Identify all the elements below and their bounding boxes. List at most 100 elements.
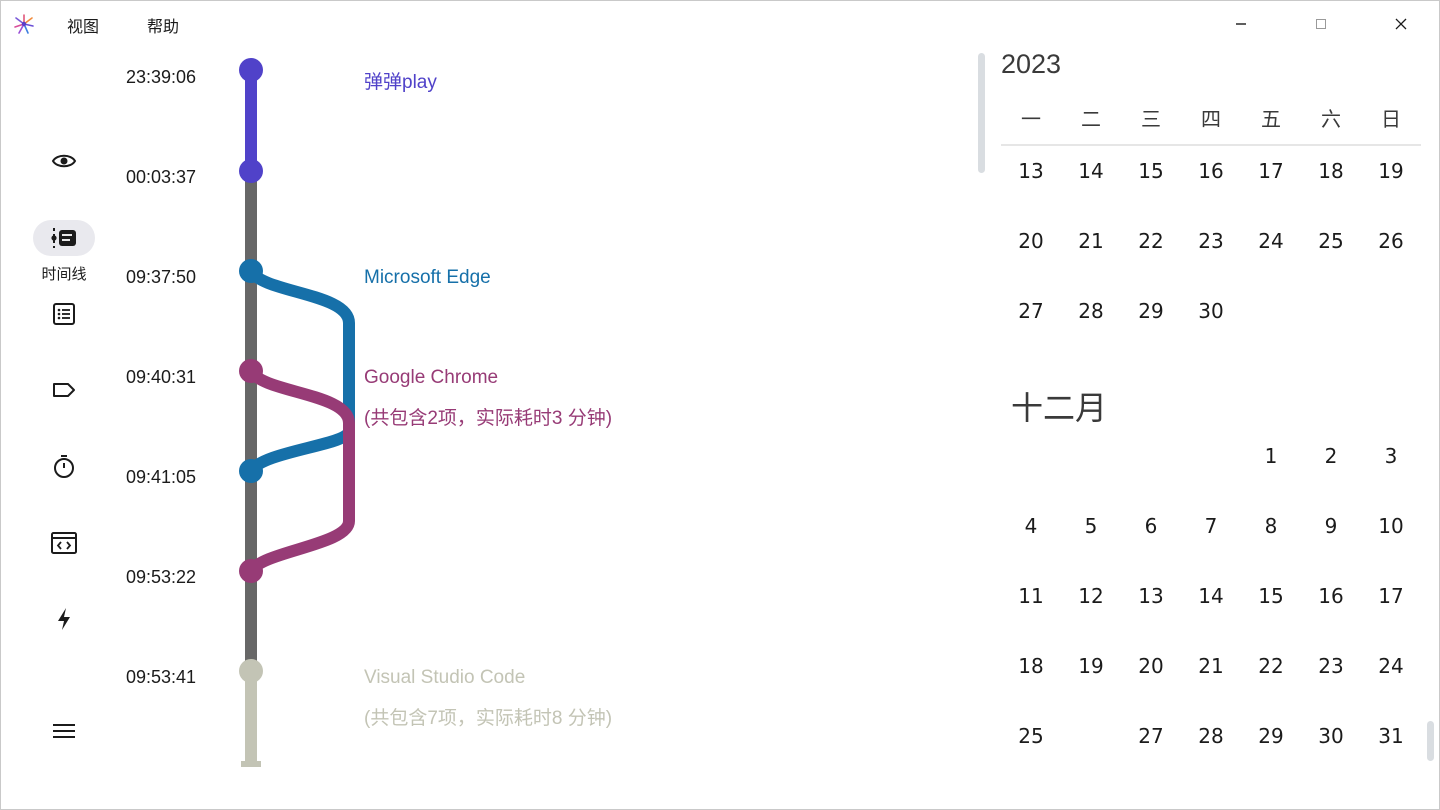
minimize-button[interactable] [1211, 1, 1271, 47]
calendar-day[interactable]: 31 [1361, 706, 1421, 766]
calendar-day-number: 14 [1198, 584, 1224, 608]
calendar-day[interactable]: 13 [1001, 141, 1061, 201]
calendar-day[interactable]: 18 [1001, 636, 1061, 696]
timeline-scrollbar[interactable] [978, 53, 985, 173]
calendar-day[interactable]: 30 [1301, 706, 1361, 766]
calendar-day[interactable]: 17 [1361, 566, 1421, 626]
calendar-day[interactable]: 21 [1181, 636, 1241, 696]
calendar-day-number: 10 [1378, 514, 1404, 538]
calendar-day[interactable]: 25 [1301, 211, 1361, 271]
calendar-day[interactable]: 18 [1301, 141, 1361, 201]
timeline-node[interactable] [239, 559, 263, 583]
calendar-day-number: 30 [1198, 299, 1224, 323]
calendar-scrollbar[interactable] [1427, 721, 1434, 761]
calendar-day[interactable]: 22 [1241, 636, 1301, 696]
calendar-day[interactable]: 5 [1061, 496, 1121, 556]
calendar-day[interactable]: 20 [1121, 636, 1181, 696]
calendar-day[interactable]: 24 [1361, 636, 1421, 696]
calendar-day[interactable]: 10 [1361, 496, 1421, 556]
calendar-day[interactable]: 28 [1061, 281, 1121, 341]
calendar-day[interactable]: 28 [1181, 706, 1241, 766]
nav-item-timer[interactable] [33, 449, 95, 485]
calendar-day-number: 3 [1384, 444, 1398, 468]
nav-item-menu[interactable] [33, 713, 95, 749]
calendar-day[interactable]: 14 [1181, 566, 1241, 626]
nav-item-categories[interactable] [33, 372, 95, 408]
calendar-day[interactable]: 16 [1181, 141, 1241, 201]
timeline-icon [51, 228, 76, 248]
calendar-day[interactable]: 15 [1121, 141, 1181, 201]
calendar-day[interactable]: 9 [1301, 496, 1361, 556]
weekday-header: 三 [1141, 107, 1161, 131]
calendar-day[interactable]: 21 [1061, 211, 1121, 271]
time-label: 09:37:50 [126, 267, 197, 287]
calendar-day[interactable]: 25 [1001, 706, 1061, 766]
calendar-day[interactable]: 24 [1241, 211, 1301, 271]
timeline-node[interactable] [239, 259, 263, 283]
calendar-day[interactable]: 6 [1121, 496, 1181, 556]
nav-item-web[interactable] [33, 525, 95, 561]
timeline-branch-3 [245, 365, 355, 577]
calendar-day-number: 13 [1138, 584, 1164, 608]
calendar-day[interactable]: 20 [1001, 211, 1061, 271]
calendar-day-number: 24 [1258, 229, 1284, 253]
weekday-header: 五 [1261, 107, 1281, 131]
calendar-day[interactable]: 22 [1121, 211, 1181, 271]
calendar-day-number: 14 [1078, 159, 1104, 183]
nav-rail: 时间线 [1, 47, 127, 810]
nav-item-efficiency[interactable] [33, 601, 95, 637]
menu-view[interactable]: 视图 [67, 13, 99, 37]
timeline-branch-2 [245, 265, 355, 477]
calendar-day-number: 6 [1144, 514, 1158, 538]
calendar-day[interactable]: 19 [1061, 636, 1121, 696]
calendar-day-selected[interactable]: 26 [1061, 706, 1121, 766]
calendar-day[interactable]: 17 [1241, 141, 1301, 201]
calendar-day[interactable]: 4 [1001, 496, 1061, 556]
timeline-app-title[interactable]: Google Chrome [364, 367, 498, 389]
calendar-year[interactable]: 2023 [1001, 49, 1061, 80]
calendar-day-number: 25 [1318, 229, 1344, 253]
timeline-node[interactable] [239, 359, 263, 383]
timeline-node[interactable] [239, 459, 263, 483]
menu-help[interactable]: 帮助 [147, 13, 179, 37]
calendar-day[interactable]: 2 [1301, 426, 1361, 486]
nav-item-overview[interactable] [33, 143, 95, 179]
timeline-node[interactable] [239, 58, 263, 82]
nav-item-timeline[interactable] [33, 220, 95, 256]
timeline-app-title[interactable]: 弹弹play [364, 67, 437, 94]
timeline-app-title[interactable]: Visual Studio Code [364, 667, 525, 689]
calendar-day[interactable]: 27 [1001, 281, 1061, 341]
calendar-day[interactable]: 11 [1001, 566, 1061, 626]
close-button[interactable] [1371, 1, 1431, 47]
calendar-day[interactable]: 26 [1361, 211, 1421, 271]
calendar-day[interactable]: 15 [1241, 566, 1301, 626]
timeline-node[interactable] [239, 659, 263, 683]
calendar-day[interactable]: 19 [1361, 141, 1421, 201]
calendar-day[interactable]: 12 [1061, 566, 1121, 626]
lightning-icon [58, 608, 70, 630]
calendar-day[interactable]: 14 [1061, 141, 1121, 201]
weekday-header: 一 [1021, 107, 1041, 131]
calendar-day[interactable]: 8 [1241, 496, 1301, 556]
calendar-panel: 2023 十二月 一二三四五六日 13 14 15 16 17 18 19 20 21 22 23 24… [973, 47, 1440, 810]
title-bar: 视图 帮助 [1, 1, 1440, 47]
calendar-day-number: 28 [1198, 724, 1224, 748]
calendar-day-number: 4 [1024, 514, 1038, 538]
calendar-day[interactable]: 1 [1241, 426, 1301, 486]
maximize-button[interactable] [1291, 1, 1351, 47]
calendar-day[interactable]: 7 [1181, 496, 1241, 556]
calendar-day[interactable]: 27 [1121, 706, 1181, 766]
calendar-day[interactable]: 13 [1121, 566, 1181, 626]
calendar-day[interactable]: 16 [1301, 566, 1361, 626]
calendar-day[interactable]: 23 [1181, 211, 1241, 271]
calendar-day-number: 19 [1078, 654, 1104, 678]
calendar-day[interactable]: 29 [1121, 281, 1181, 341]
nav-item-details[interactable] [33, 296, 95, 332]
calendar-day[interactable]: 3 [1361, 426, 1421, 486]
calendar-day[interactable]: 30 [1181, 281, 1241, 341]
timeline-node[interactable] [239, 159, 263, 183]
timeline-app-title[interactable]: Microsoft Edge [364, 267, 491, 289]
calendar-day-number: 18 [1018, 654, 1044, 678]
calendar-day[interactable]: 23 [1301, 636, 1361, 696]
calendar-day[interactable]: 29 [1241, 706, 1301, 766]
